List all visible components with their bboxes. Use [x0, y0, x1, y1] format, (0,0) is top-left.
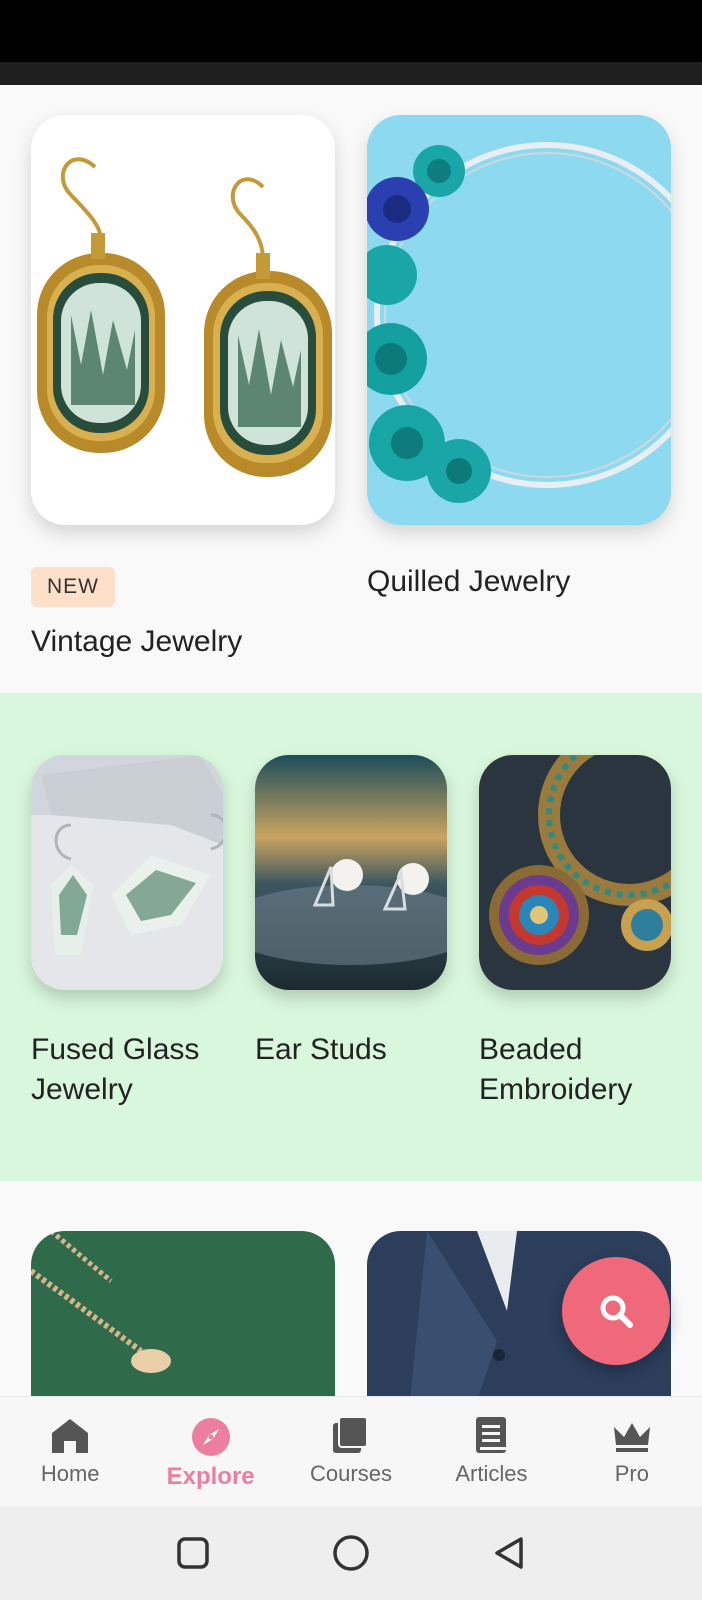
- nav-item-home[interactable]: Home: [0, 1397, 140, 1506]
- system-navigation-bar: [0, 1506, 702, 1600]
- book-icon: [476, 1417, 507, 1453]
- home-button[interactable]: [331, 1533, 371, 1573]
- explore-content[interactable]: NEW Vintage Jewelry Quilled Jewelry Fuse…: [0, 85, 702, 1396]
- card-gold-chain-necklace[interactable]: [31, 1231, 335, 1396]
- status-bar: [0, 0, 702, 62]
- nav-item-articles[interactable]: Articles: [421, 1397, 561, 1506]
- fused-glass-image: [31, 755, 223, 990]
- home-icon: [52, 1419, 89, 1453]
- nav-label: Articles: [455, 1461, 528, 1486]
- search-icon: [600, 1295, 633, 1328]
- nav-item-explore[interactable]: Explore: [140, 1397, 280, 1506]
- new-badge: NEW: [31, 567, 115, 607]
- collection-section: Fused Glass Jewelry Ear Studs Beaded Emb…: [0, 693, 702, 1181]
- featured-section: NEW Vintage Jewelry Quilled Jewelry: [0, 85, 702, 693]
- app-bar-strip: [0, 62, 702, 85]
- nav-item-courses[interactable]: Courses: [281, 1397, 421, 1506]
- crown-icon: [613, 1423, 650, 1452]
- card-ear-studs[interactable]: Ear Studs: [255, 755, 447, 1070]
- recents-button[interactable]: [175, 1535, 211, 1571]
- courses-icon: [333, 1417, 369, 1453]
- nav-label: Explore: [166, 1463, 255, 1490]
- card-title: Fused Glass Jewelry: [31, 1033, 200, 1106]
- nav-label: Courses: [310, 1461, 392, 1486]
- card-fused-glass-jewelry[interactable]: Fused Glass Jewelry: [31, 755, 223, 1110]
- search-fab[interactable]: [562, 1257, 670, 1365]
- card-beaded-embroidery[interactable]: Beaded Embroidery: [479, 755, 671, 1110]
- card-title: Vintage Jewelry: [31, 625, 243, 658]
- card-title: Ear Studs: [255, 1033, 387, 1066]
- compass-icon: [191, 1418, 230, 1456]
- card-quilled-jewelry[interactable]: Quilled Jewelry: [367, 115, 671, 599]
- card-title: Quilled Jewelry: [367, 565, 571, 598]
- quilled-jewelry-image: [367, 115, 671, 525]
- bottom-navigation: Home Explore Courses Articles Pro: [0, 1396, 702, 1506]
- nav-label: Pro: [614, 1461, 649, 1486]
- nav-label: Home: [40, 1461, 100, 1486]
- card-vintage-jewelry[interactable]: NEW Vintage Jewelry: [31, 115, 335, 659]
- vintage-jewelry-image: [31, 115, 335, 525]
- beaded-embroidery-image: [479, 755, 671, 990]
- nav-item-pro[interactable]: Pro: [562, 1397, 702, 1506]
- ear-studs-image: [255, 755, 447, 990]
- card-title: Beaded Embroidery: [479, 1033, 633, 1106]
- back-button[interactable]: [491, 1535, 527, 1571]
